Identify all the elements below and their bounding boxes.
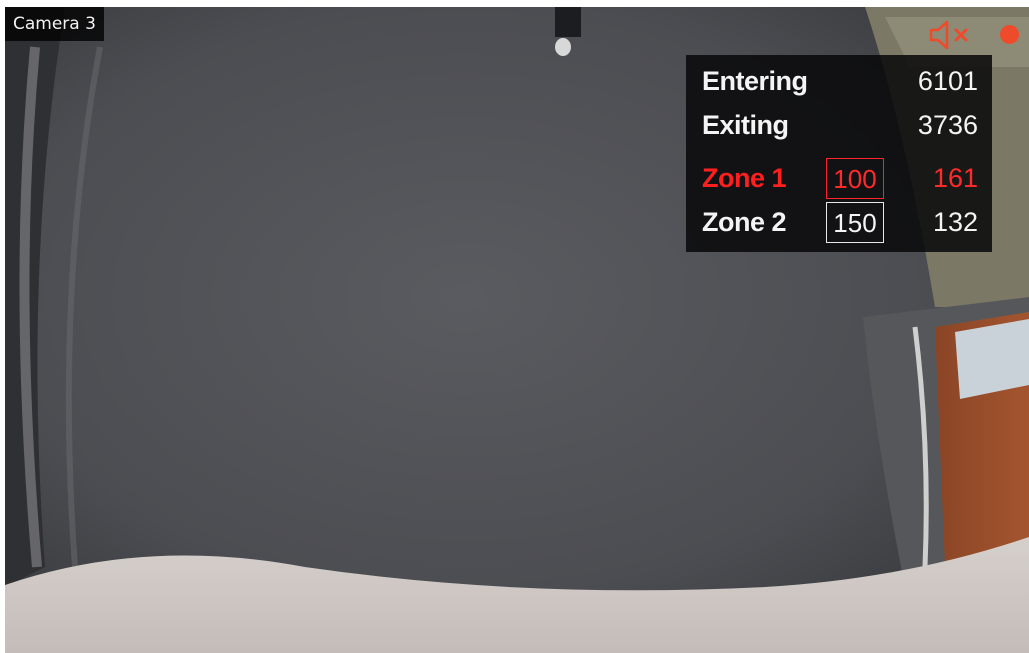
zone-1-row: Zone 1 100 161 <box>686 156 992 200</box>
zone-2-limit: 150 <box>826 202 884 243</box>
camera-name-text: Camera 3 <box>13 14 96 34</box>
camera-viewport[interactable]: Camera 3 Entering 6101 Exiting 3736 Zone… <box>5 7 1029 653</box>
entering-label: Entering <box>702 66 808 96</box>
camera-name-label: Camera 3 <box>5 7 104 41</box>
zone-2-row: Zone 2 150 132 <box>686 200 992 244</box>
people-counter-panel: Entering 6101 Exiting 3736 Zone 1 100 16… <box>686 55 992 252</box>
zone-1-label: Zone 1 <box>702 163 787 193</box>
zone-2-count: 132 <box>932 207 978 237</box>
zone-2-label: Zone 2 <box>702 207 787 237</box>
exiting-label: Exiting <box>702 110 789 140</box>
record-dot-icon <box>1000 25 1019 44</box>
zone-1-limit: 100 <box>826 158 884 199</box>
exiting-count: 3736 <box>917 110 978 140</box>
entering-row: Entering 6101 <box>686 59 992 103</box>
speaker-muted-icon[interactable] <box>928 19 974 51</box>
zone-1-count: 161 <box>932 163 978 193</box>
entering-count: 6101 <box>917 66 978 96</box>
exiting-row: Exiting 3736 <box>686 103 992 147</box>
